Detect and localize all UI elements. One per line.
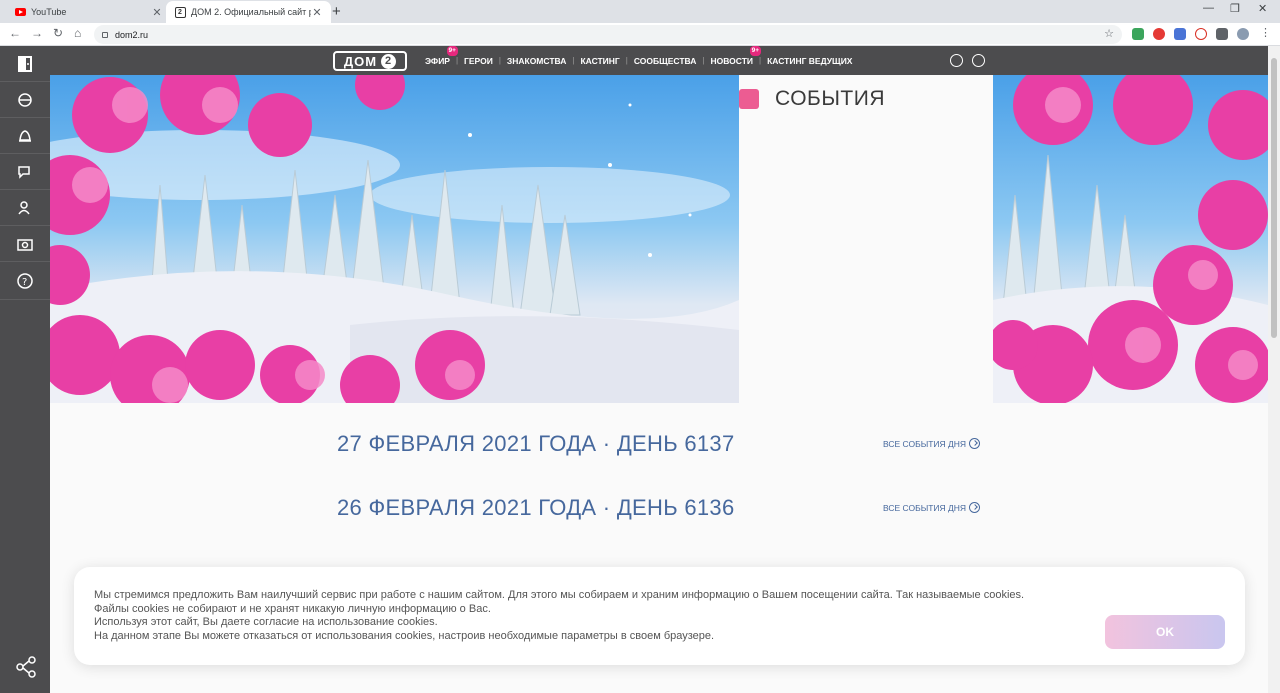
bookmark-star-icon[interactable]: ☆ [1104,27,1114,40]
menu-item-kasting-vedushchikh[interactable]: КАСТИНГ ВЕДУЩИХ [761,56,858,66]
url-text: dom2.ru [115,29,149,40]
badge: 9+ [446,45,458,56]
site-logo[interactable]: ДОМ 2 [333,51,407,71]
tv-icon[interactable] [0,82,50,118]
events-panel: СОБЫТИЯ [739,75,993,403]
menu-item-kasting[interactable]: КАСТИНГ [574,56,625,66]
main-menu: ЭФИР 9+ | ГЕРОИ | ЗНАКОМСТВА | КАСТИНГ | … [419,45,858,75]
extension-icon[interactable] [1132,28,1144,40]
site-sidebar: ? [0,46,50,693]
menu-item-geroi[interactable]: ГЕРОИ [458,56,499,66]
browser-toolbar: ← → ↻ ⌂ dom2.ru ☆ ⋮ [0,23,1280,46]
menu-item-znakomstva[interactable]: ЗНАКОМСТВА [501,56,572,66]
tab-youtube[interactable]: YouTube ✕ [6,1,171,23]
restore-icon[interactable]: ❐ [1230,2,1240,15]
youtube-icon [14,6,26,18]
badge: 9+ [749,45,762,56]
camera-icon[interactable] [0,226,50,262]
share-icon[interactable] [15,656,37,678]
day-row: 26 ФЕВРАЛЯ 2021 ГОДА · ДЕНЬ 6136 ВСЕ СОБ… [50,487,1268,527]
play-icon[interactable] [972,54,985,67]
cookie-text: Мы стремимся предложить Вам наилучший се… [94,589,1025,642]
translate-icon[interactable] [1174,28,1186,40]
back-icon[interactable]: ← [9,26,21,40]
tab-title: ДОМ 2. Официальный сайт ре… [191,7,311,17]
address-bar[interactable]: dom2.ru ☆ [94,25,1122,44]
day-title[interactable]: 26 ФЕВРАЛЯ 2021 ГОДА · ДЕНЬ 6136 [337,495,735,521]
forward-icon[interactable]: → [31,26,43,40]
logo-number: 2 [381,53,397,69]
close-icon[interactable]: ✕ [151,6,163,19]
extension-icon[interactable] [1153,28,1165,40]
logo-text: ДОМ [343,53,378,69]
all-day-events-link[interactable]: ВСЕ СОБЫТИЯ ДНЯ [883,502,981,513]
page-scrollbar[interactable] [1268,46,1280,693]
minimize-icon[interactable]: — [1203,2,1214,14]
help-icon[interactable]: ? [0,262,50,300]
new-tab-icon[interactable]: + [332,3,341,20]
reload-icon[interactable]: ↻ [53,26,63,40]
puzzle-icon[interactable] [1216,28,1228,40]
winter-banner-left [50,75,739,403]
bell-icon[interactable] [0,118,50,154]
avatar[interactable] [1237,28,1249,40]
home-icon[interactable]: ⌂ [74,26,81,40]
winter-banner-right [993,75,1268,403]
svg-text:?: ? [22,277,27,288]
site-header: ДОМ 2 ЭФИР 9+ | ГЕРОИ | ЗНАКОМСТВА | КАСТ… [50,45,1268,75]
scrollbar-thumb[interactable] [1271,58,1277,338]
arrow-right-icon [969,502,981,513]
menu-item-efir[interactable]: ЭФИР 9+ [419,45,458,66]
events-title: СОБЫТИЯ [775,87,885,110]
search-icon[interactable] [950,54,963,67]
cookie-ok-button[interactable]: OK [1105,615,1225,649]
tab-dom2[interactable]: 2 ДОМ 2. Официальный сайт ре… ✕ [166,1,331,23]
day-title[interactable]: 27 ФЕВРАЛЯ 2021 ГОДА · ДЕНЬ 6137 [337,431,735,457]
users-icon[interactable] [0,190,50,226]
menu-item-novosti[interactable]: НОВОСТИ 9+ [705,45,762,66]
arrow-right-icon [969,438,981,449]
dom2-icon: 2 [174,6,186,18]
window-close-icon[interactable]: ✕ [1258,2,1267,15]
adblock-icon[interactable] [1195,28,1207,40]
all-day-events-link[interactable]: ВСЕ СОБЫТИЯ ДНЯ [883,438,981,449]
calendar-icon [739,89,759,109]
chat-icon[interactable] [0,154,50,190]
close-icon[interactable]: ✕ [311,6,323,19]
cookie-banner: Мы стремимся предложить Вам наилучший се… [74,567,1245,665]
day-row: 27 ФЕВРАЛЯ 2021 ГОДА · ДЕНЬ 6137 ВСЕ СОБ… [50,423,1268,463]
door-icon[interactable] [0,46,50,82]
lock-icon [102,31,108,38]
menu-item-soobshchestva[interactable]: СООБЩЕСТВА [628,56,703,66]
menu-dots-icon[interactable]: ⋮ [1260,26,1271,39]
browser-tab-strip: YouTube ✕ 2 ДОМ 2. Официальный сайт ре… … [0,0,1280,23]
tab-title: YouTube [31,7,67,17]
